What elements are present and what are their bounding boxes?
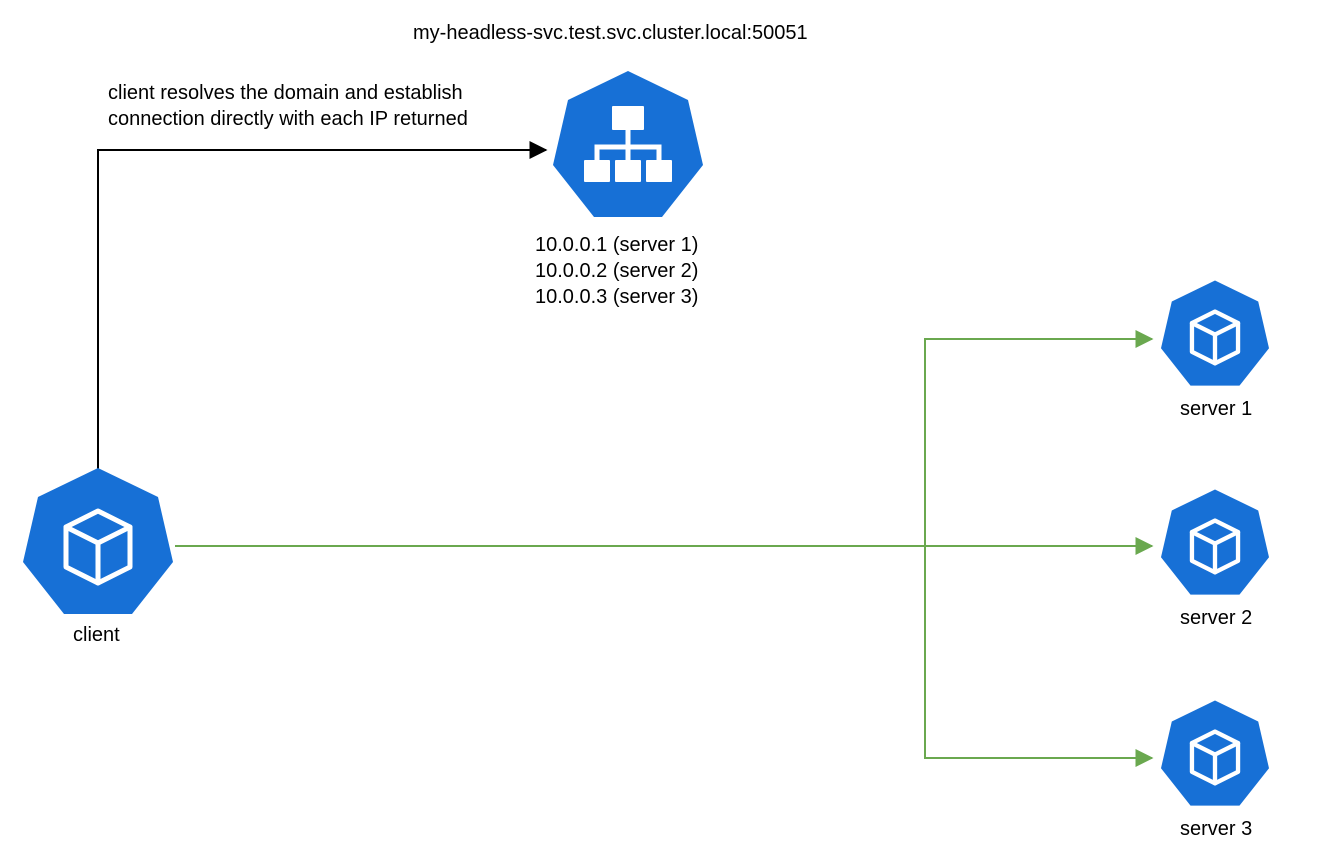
server2-label: server 2: [1180, 607, 1252, 630]
server1-label: server 1: [1180, 398, 1252, 421]
server2-pod-icon: [1161, 490, 1269, 595]
diagram-title: my-headless-svc.test.svc.cluster.local:5…: [413, 22, 808, 45]
arrow-client-to-server3: [925, 546, 1152, 758]
arrow-client-to-server1: [925, 339, 1152, 546]
dns-result-1: 10.0.0.1 (server 1): [535, 234, 698, 257]
client-label: client: [73, 624, 120, 647]
arrow-client-to-dns: [98, 150, 546, 469]
service-icon: [553, 71, 703, 217]
client-pod-icon: [23, 468, 173, 614]
dns-result-2: 10.0.0.2 (server 2): [535, 260, 698, 283]
server3-label: server 3: [1180, 818, 1252, 841]
annotation-text: client resolves the domain and establish…: [108, 80, 468, 132]
dns-result-3: 10.0.0.3 (server 3): [535, 286, 698, 309]
server1-pod-icon: [1161, 281, 1269, 386]
server3-pod-icon: [1161, 701, 1269, 806]
